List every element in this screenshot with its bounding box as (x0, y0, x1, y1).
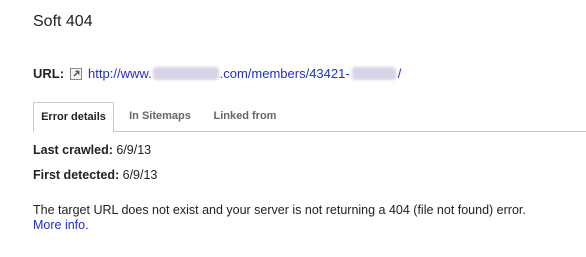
redacted-domain (152, 67, 219, 80)
url-link[interactable]: http://www. .com/members/43421- / (88, 66, 401, 81)
url-row: URL: http://www. .com/members/43421- / (33, 66, 401, 81)
url-prefix: http://www. (88, 66, 152, 81)
url-suffix: / (397, 66, 402, 81)
tab-error-details[interactable]: Error details (33, 102, 114, 133)
last-crawled-row: Last crawled: 6/9/13 (33, 143, 151, 157)
soft-404-detail-panel: Soft 404 URL: http://www. .com/members/4… (0, 0, 586, 257)
more-info-link[interactable]: More info. (33, 218, 89, 232)
tabs-divider (33, 131, 586, 132)
page-title: Soft 404 (33, 13, 93, 30)
first-detected-value: 6/9/13 (122, 168, 158, 182)
detail-tabs: Error details In Sitemaps Linked from (0, 102, 586, 133)
first-detected-label: First detected: (33, 168, 120, 182)
external-link-icon[interactable] (70, 67, 83, 80)
url-middle: .com/members/43421- (219, 66, 350, 81)
error-description: The target URL does not exist and your s… (33, 203, 526, 217)
tab-linked-from[interactable]: Linked from (205, 102, 285, 131)
first-detected-row: First detected: 6/9/13 (33, 168, 157, 182)
last-crawled-label: Last crawled: (33, 143, 113, 157)
tab-in-sitemaps[interactable]: In Sitemaps (120, 102, 200, 131)
url-label: URL: (33, 66, 65, 81)
last-crawled-value: 6/9/13 (116, 143, 152, 157)
redacted-member-id (351, 67, 396, 80)
